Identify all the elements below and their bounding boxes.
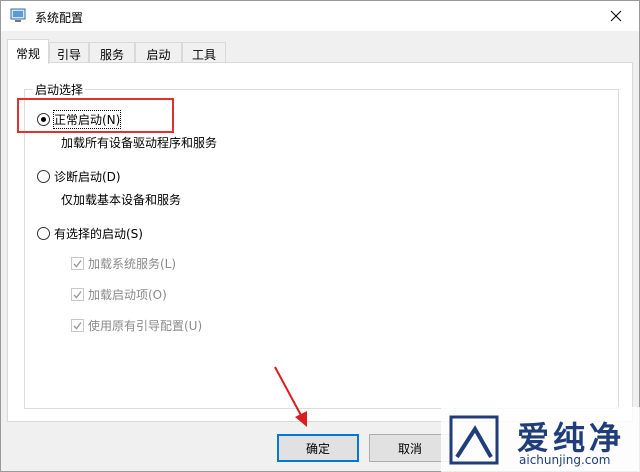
- window-title: 系统配置: [35, 11, 84, 25]
- tab-startup[interactable]: 启动: [135, 42, 182, 63]
- startup-selection-label: 启动选择: [33, 81, 86, 98]
- ok-button[interactable]: 确定: [277, 434, 359, 462]
- red-arrow-annotation: [274, 366, 307, 427]
- load-startup-items-label: 加载启动项(O): [88, 288, 167, 302]
- load-system-services-label: 加载系统服务(L): [88, 257, 177, 271]
- msconfig-app-icon: [10, 8, 26, 22]
- tab-general[interactable]: 常规: [7, 39, 49, 64]
- tab-tools-label: 工具: [191, 48, 216, 62]
- diagnostic-startup-label: 诊断启动(D): [54, 170, 121, 184]
- tab-startup-label: 启动: [146, 48, 171, 62]
- tab-general-label: 常规: [15, 47, 40, 61]
- checkbox-checked-icon: [71, 319, 84, 332]
- checkbox-checked-icon: [71, 257, 84, 270]
- close-icon: [610, 10, 622, 22]
- tab-tools[interactable]: 工具: [182, 42, 226, 63]
- ok-button-label: 确定: [305, 441, 330, 456]
- watermark-logo-icon: [449, 415, 499, 465]
- radio-unchecked-icon: [37, 170, 50, 183]
- system-config-window: 系统配置 常规 引导 服务 启动 工具 启动选择 正常启动(N) 加载所有设备驱…: [0, 0, 640, 472]
- use-original-boot-config-checkbox[interactable]: 使用原有引导配置(U): [71, 317, 202, 334]
- watermark-url: aichunjing.com: [519, 453, 611, 467]
- watermark: 爱纯净 aichunjing.com: [441, 407, 640, 472]
- tab-services-label: 服务: [99, 48, 124, 62]
- normal-startup-description: 加载所有设备驱动程序和服务: [61, 136, 218, 150]
- selective-startup-radio[interactable]: 有选择的启动(S): [37, 225, 143, 242]
- use-original-boot-config-label: 使用原有引导配置(U): [88, 319, 203, 333]
- title-bar: 系统配置: [1, 1, 639, 31]
- tab-services[interactable]: 服务: [89, 42, 135, 63]
- cancel-button-label: 取消: [397, 441, 422, 456]
- highlight-box-annotation: [17, 98, 174, 133]
- radio-unchecked-icon: [37, 227, 50, 240]
- tab-boot-label: 引导: [56, 48, 81, 62]
- load-startup-items-checkbox[interactable]: 加载启动项(O): [71, 286, 167, 303]
- close-button[interactable]: [593, 1, 639, 31]
- selective-startup-label: 有选择的启动(S): [54, 227, 143, 241]
- tab-boot[interactable]: 引导: [49, 42, 89, 63]
- load-system-services-checkbox[interactable]: 加载系统服务(L): [71, 255, 176, 272]
- cancel-button[interactable]: 取消: [369, 434, 451, 462]
- diagnostic-startup-description: 仅加载基本设备和服务: [61, 193, 182, 207]
- diagnostic-startup-radio[interactable]: 诊断启动(D): [37, 168, 121, 185]
- checkbox-checked-icon: [71, 288, 84, 301]
